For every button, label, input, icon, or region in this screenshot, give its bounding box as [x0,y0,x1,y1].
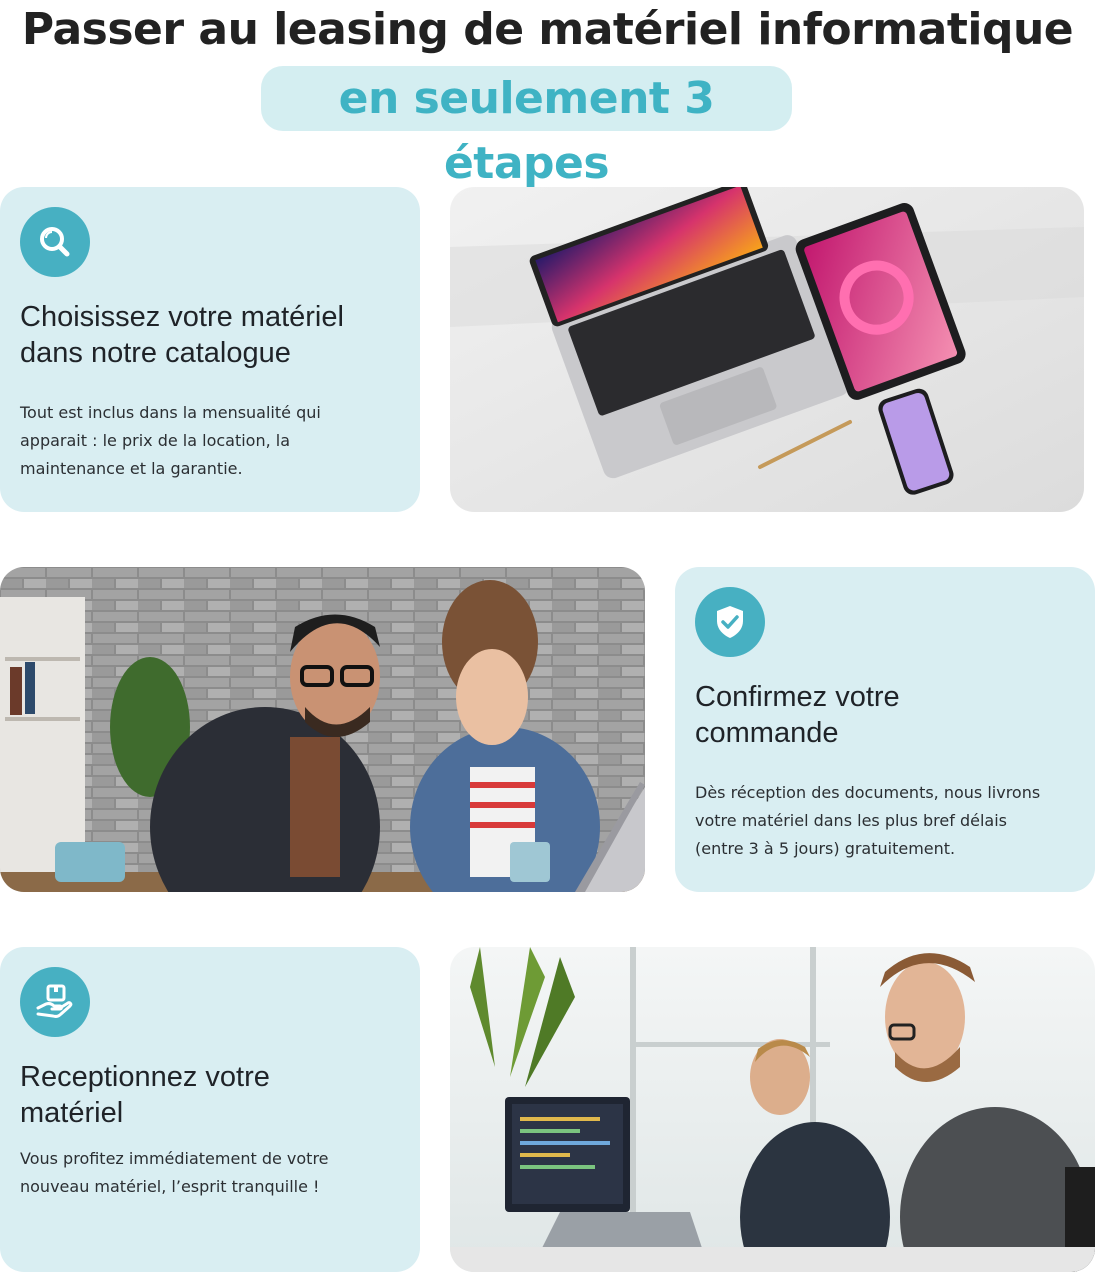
office-developers-photo [450,947,1095,1272]
step-description-line: Dès réception des documents, nous livron… [695,783,1041,802]
search-icon [20,207,90,277]
step-title: Receptionnez votre matériel [20,1059,400,1131]
step-description-line: Tout est inclus dans la mensualité qui [20,403,321,422]
step-description-line: nouveau matériel, l’esprit tranquille ! [20,1177,320,1196]
step-card-choose: Choisissez votre matériel dans notre cat… [0,187,420,512]
step-title-line: Confirmez votre [695,681,900,713]
step-title-line: Receptionnez votre [20,1061,270,1093]
coworkers-laptop-photo [0,567,645,892]
step-description-line: votre matériel dans les plus bref délais [695,811,1007,830]
step-card-confirm: Confirmez votre commande Dès réception d… [675,567,1095,892]
step-title: Confirmez votre commande [695,679,1075,751]
step-card-receive: Receptionnez votre matériel Vous profite… [0,947,420,1272]
step-description-line: (entre 3 à 5 jours) gratuitement. [695,839,956,858]
shield-check-icon [695,587,765,657]
step-title-line: matériel [20,1097,124,1129]
step-description: Tout est inclus dans la mensualité qui a… [20,399,400,483]
hero-title: Passer au leasing de matériel informatiq… [21,4,1074,55]
devices-photo [450,187,1084,512]
step-title: Choisissez votre matériel dans notre cat… [20,299,400,371]
hero-highlight: en seulement 3 étapes [261,66,792,189]
hand-box-icon [20,967,90,1037]
step-title-line: commande [695,717,839,749]
step-description-line: apparait : le prix de la location, la [20,431,291,450]
step-title-line: dans notre catalogue [20,337,291,369]
step-description: Dès réception des documents, nous livron… [695,779,1075,863]
step-description-line: maintenance et la garantie. [20,459,243,478]
step-description: Vous profitez immédiatement de votre nou… [20,1145,400,1201]
step-title-line: Choisissez votre matériel [20,301,344,333]
step-description-line: Vous profitez immédiatement de votre [20,1149,329,1168]
